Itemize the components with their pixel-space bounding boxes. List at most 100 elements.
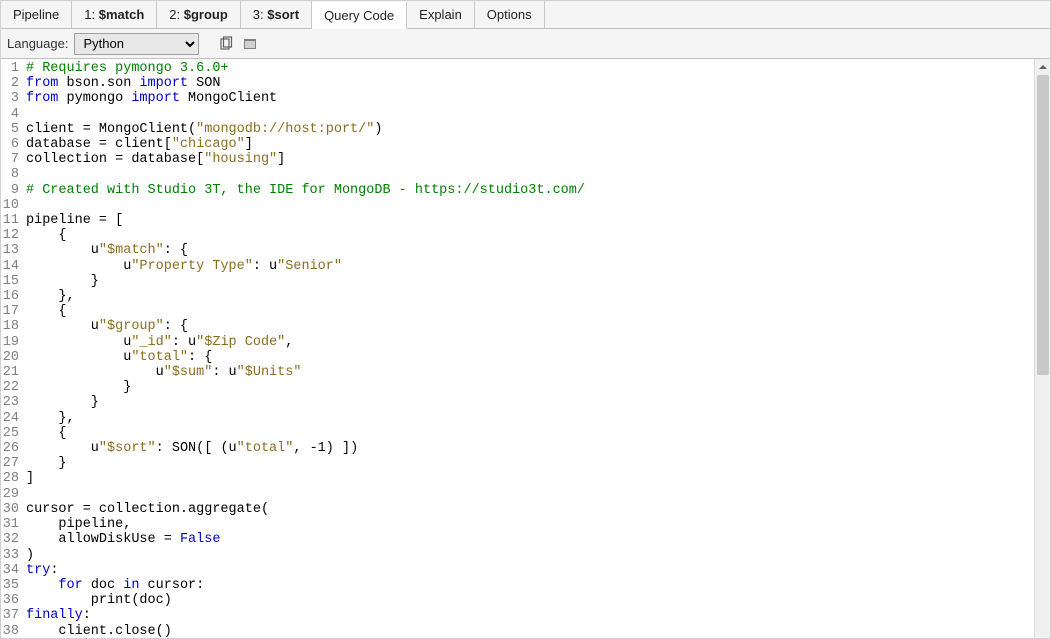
line-number: 35	[1, 578, 23, 593]
code-content: }	[23, 456, 1034, 471]
code-content: }	[23, 274, 1034, 289]
code-content: client.close()	[23, 624, 1034, 638]
code-content: {	[23, 228, 1034, 243]
code-line: 8	[1, 167, 1034, 182]
code-line: 34try:	[1, 563, 1034, 578]
tab-explain[interactable]: Explain	[407, 1, 475, 28]
code-content: pipeline = [	[23, 213, 1034, 228]
code-content: # Created with Studio 3T, the IDE for Mo…	[23, 183, 1034, 198]
code-content	[23, 198, 1034, 213]
code-line: 37finally:	[1, 608, 1034, 623]
code-content: # Requires pymongo 3.6.0+	[23, 61, 1034, 76]
line-number: 25	[1, 426, 23, 441]
line-number: 31	[1, 517, 23, 532]
code-line: 21 u"$sum": u"$Units"	[1, 365, 1034, 380]
line-number: 12	[1, 228, 23, 243]
code-line: 19 u"_id": u"$Zip Code",	[1, 335, 1034, 350]
line-number: 5	[1, 122, 23, 137]
line-number: 20	[1, 350, 23, 365]
line-number: 9	[1, 183, 23, 198]
line-number: 33	[1, 548, 23, 563]
code-line: 13 u"$match": {	[1, 243, 1034, 258]
code-content: u"$sum": u"$Units"	[23, 365, 1034, 380]
toolbar: Language: Python	[1, 29, 1050, 59]
code-line: 20 u"total": {	[1, 350, 1034, 365]
line-number: 27	[1, 456, 23, 471]
code-line: 2from bson.son import SON	[1, 76, 1034, 91]
code-line: 35 for doc in cursor:	[1, 578, 1034, 593]
line-number: 32	[1, 532, 23, 547]
code-content: {	[23, 304, 1034, 319]
line-number: 38	[1, 624, 23, 638]
tab--sort[interactable]: 3: $sort	[241, 1, 312, 28]
scrollbar-vertical[interactable]	[1034, 59, 1050, 638]
line-number: 29	[1, 487, 23, 502]
code-line: 25 {	[1, 426, 1034, 441]
code-line: 4	[1, 107, 1034, 122]
code-content: client = MongoClient("mongodb://host:por…	[23, 122, 1034, 137]
code-content: ]	[23, 471, 1034, 486]
line-number: 2	[1, 76, 23, 91]
line-number: 22	[1, 380, 23, 395]
code-line: 14 u"Property Type": u"Senior"	[1, 259, 1034, 274]
language-select[interactable]: Python	[74, 33, 199, 55]
line-number: 34	[1, 563, 23, 578]
code-line: 26 u"$sort": SON([ (u"total", -1) ])	[1, 441, 1034, 456]
code-line: 10	[1, 198, 1034, 213]
line-number: 8	[1, 167, 23, 182]
scroll-thumb[interactable]	[1037, 75, 1049, 375]
line-number: 26	[1, 441, 23, 456]
code-content: try:	[23, 563, 1034, 578]
tab-options[interactable]: Options	[475, 1, 545, 28]
code-line: 9# Created with Studio 3T, the IDE for M…	[1, 183, 1034, 198]
line-number: 16	[1, 289, 23, 304]
code-content: from pymongo import MongoClient	[23, 91, 1034, 106]
code-line: 28]	[1, 471, 1034, 486]
code-content: },	[23, 289, 1034, 304]
code-content: u"Property Type": u"Senior"	[23, 259, 1034, 274]
code-content: }	[23, 395, 1034, 410]
code-content: },	[23, 411, 1034, 426]
tab--match[interactable]: 1: $match	[72, 1, 157, 28]
code-line: 17 {	[1, 304, 1034, 319]
tabs-bar: Pipeline1: $match2: $group3: $sortQuery …	[1, 1, 1050, 29]
code-content: u"_id": u"$Zip Code",	[23, 335, 1034, 350]
copy-icon[interactable]	[217, 35, 235, 53]
line-number: 11	[1, 213, 23, 228]
scroll-up-icon[interactable]	[1035, 59, 1050, 75]
line-number: 1	[1, 61, 23, 76]
code-content: u"$match": {	[23, 243, 1034, 258]
code-content: for doc in cursor:	[23, 578, 1034, 593]
code-line: 15 }	[1, 274, 1034, 289]
code-content: finally:	[23, 608, 1034, 623]
line-number: 18	[1, 319, 23, 334]
line-number: 3	[1, 91, 23, 106]
line-number: 4	[1, 107, 23, 122]
code-content: {	[23, 426, 1034, 441]
line-number: 14	[1, 259, 23, 274]
line-number: 23	[1, 395, 23, 410]
code-line: 36 print(doc)	[1, 593, 1034, 608]
tab-pipeline[interactable]: Pipeline	[1, 1, 72, 28]
code-content: collection = database["housing"]	[23, 152, 1034, 167]
code-content	[23, 167, 1034, 182]
line-number: 28	[1, 471, 23, 486]
code-content: pipeline,	[23, 517, 1034, 532]
tab--group[interactable]: 2: $group	[157, 1, 241, 28]
expand-icon[interactable]	[241, 35, 259, 53]
code-line: 31 pipeline,	[1, 517, 1034, 532]
code-editor[interactable]: 1# Requires pymongo 3.6.0+2from bson.son…	[1, 59, 1034, 638]
line-number: 37	[1, 608, 23, 623]
line-number: 36	[1, 593, 23, 608]
code-line: 33)	[1, 548, 1034, 563]
editor-wrap: 1# Requires pymongo 3.6.0+2from bson.son…	[1, 59, 1050, 638]
code-line: 7collection = database["housing"]	[1, 152, 1034, 167]
line-number: 19	[1, 335, 23, 350]
line-number: 6	[1, 137, 23, 152]
code-line: 5client = MongoClient("mongodb://host:po…	[1, 122, 1034, 137]
tab-query-code[interactable]: Query Code	[312, 2, 407, 29]
line-number: 24	[1, 411, 23, 426]
code-line: 30cursor = collection.aggregate(	[1, 502, 1034, 517]
code-line: 32 allowDiskUse = False	[1, 532, 1034, 547]
line-number: 13	[1, 243, 23, 258]
